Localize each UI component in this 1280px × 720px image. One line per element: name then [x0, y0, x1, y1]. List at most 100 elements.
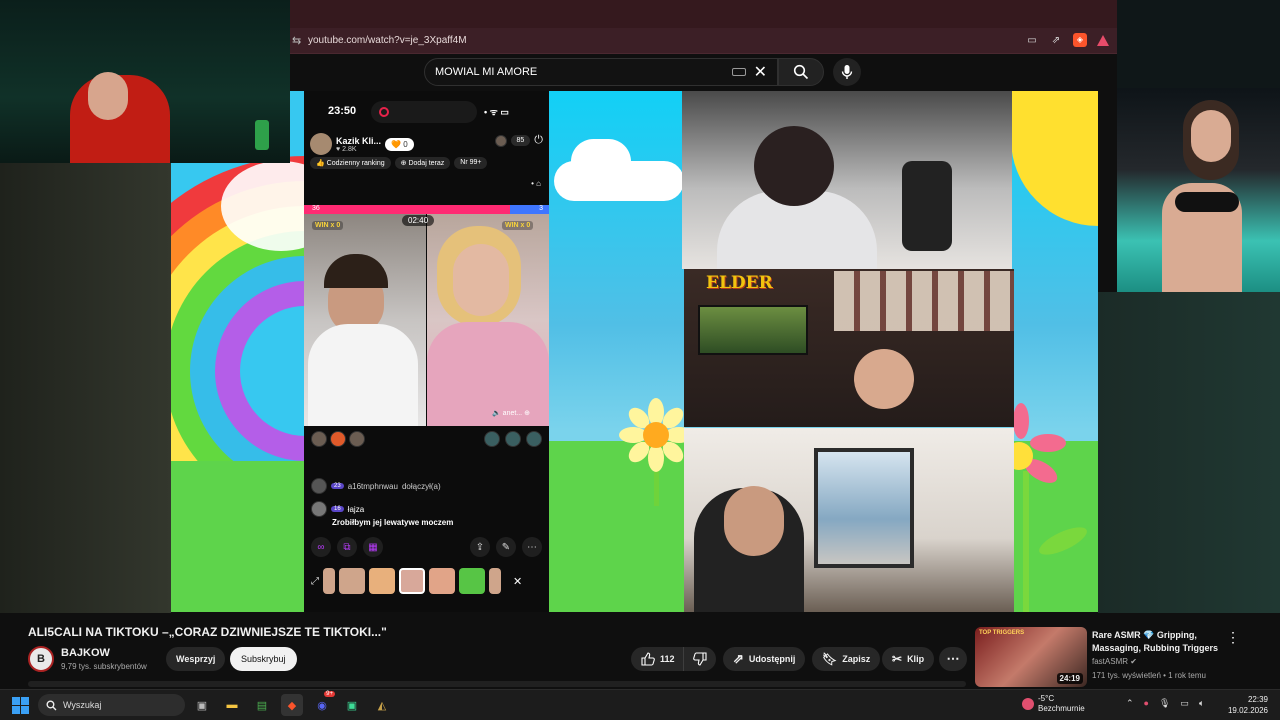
expand-icon[interactable]: ⤢ — [311, 576, 319, 587]
thumbs-up-icon — [641, 652, 655, 666]
bookmark-icon: 🔖︎ — [822, 652, 838, 666]
share-button[interactable]: ⇗ Udostępnij — [723, 647, 806, 671]
verified-icon: ✔ — [1130, 657, 1137, 666]
voice-search-button[interactable] — [833, 58, 861, 86]
share-icon[interactable]: ⇪ — [470, 537, 490, 557]
save-button[interactable]: 🔖︎ Zapisz — [812, 647, 881, 671]
gifter-avatar[interactable] — [330, 431, 346, 447]
level-badge: 23 — [331, 483, 344, 489]
chevron-up-icon[interactable]: ⌃ — [1126, 698, 1134, 709]
channel-name[interactable]: BAJKOW — [61, 647, 110, 659]
description-box[interactable] — [28, 681, 966, 687]
cast-icon[interactable]: ▭ — [1025, 33, 1039, 47]
thumbnail-text: TOP TRIGGERS — [979, 630, 1025, 636]
clock[interactable]: 22:39 19.02.2026 — [1228, 694, 1268, 716]
clear-search-icon[interactable]: ✕ — [754, 62, 767, 82]
search-query[interactable]: MOWIAL MI AMORE — [435, 66, 732, 78]
recommended-thumbnail[interactable]: TOP TRIGGERS 24:19 — [975, 627, 1087, 687]
viewer-count[interactable]: 85 ⏻ — [494, 134, 543, 147]
search-input[interactable]: MOWIAL MI AMORE ✕ — [424, 58, 778, 86]
recommended-channel[interactable]: fastASMR ✔ — [1092, 657, 1137, 666]
weather-widget[interactable]: -5°C Bezchmurnie — [1022, 694, 1085, 714]
follow-button[interactable]: 🧡 0 — [385, 137, 414, 151]
top-gifters-left — [311, 431, 365, 447]
tray-app-icon[interactable]: ● — [1144, 698, 1149, 709]
more-options-icon[interactable]: ⋮ — [1226, 629, 1240, 646]
opponent-name[interactable]: 🔈 anet... ⊕ — [492, 409, 530, 417]
viewer-avatar — [494, 134, 507, 147]
gifter-avatar[interactable] — [526, 431, 542, 447]
taskbar-search[interactable]: Wyszukaj — [38, 694, 185, 716]
effects-icon[interactable]: ⧉ — [337, 537, 357, 557]
brave-rewards-icon[interactable] — [1097, 34, 1109, 46]
gift-item[interactable] — [339, 568, 365, 594]
more-icon[interactable]: ⋯ — [522, 537, 542, 557]
display-icon[interactable]: ▭ — [1180, 698, 1189, 709]
url-text[interactable]: youtube.com/watch?v=je_3Xpaff4M — [308, 35, 467, 46]
task-view-icon[interactable]: ▣ — [191, 694, 213, 716]
daily-ranking-chip[interactable]: 👍 Codzienny ranking — [310, 157, 391, 169]
search-button[interactable] — [778, 58, 824, 86]
gift-item-selected[interactable] — [399, 568, 425, 594]
gifter-avatar[interactable] — [505, 431, 521, 447]
aquarium — [698, 305, 808, 355]
discord-icon[interactable]: ◉ 9+ — [311, 691, 335, 716]
notepad-icon[interactable]: ▤ — [251, 694, 273, 716]
close-icon[interactable]: ✕ — [513, 575, 522, 588]
subscribe-button[interactable]: Subskrybuj — [230, 647, 297, 671]
grid-icon[interactable]: ▦ — [363, 537, 383, 557]
gift-item[interactable] — [323, 568, 335, 594]
gifter-avatar[interactable] — [311, 431, 327, 447]
link-icon[interactable]: ∞ — [311, 537, 331, 557]
brave-shields-icon[interactable]: ◈ — [1073, 33, 1087, 47]
recommended-video[interactable]: TOP TRIGGERS 24:19 Rare ASMR 💎 Gripping,… — [975, 627, 1265, 687]
address-bar[interactable]: ⇆ youtube.com/watch?v=je_3Xpaff4M ▭ ⇗ ◈ — [290, 28, 1117, 54]
microphone-icon — [841, 65, 853, 79]
gifter-avatar[interactable] — [349, 431, 365, 447]
channel-avatar[interactable]: B — [28, 646, 54, 672]
edit-icon[interactable]: ✎ — [496, 537, 516, 557]
dislike-button[interactable] — [683, 647, 716, 671]
support-button[interactable]: Wesprzyj — [166, 647, 226, 671]
keyboard-icon[interactable] — [731, 68, 746, 76]
share-icon[interactable]: ⇗ — [1049, 33, 1063, 47]
clip-button[interactable]: ✂ Klip — [882, 647, 935, 671]
rainbow-graphic — [171, 91, 305, 612]
league-client-icon[interactable]: ◭ — [371, 694, 393, 716]
streamer-cam-top — [682, 91, 1012, 271]
gift-item[interactable] — [459, 568, 485, 594]
avatar[interactable] — [310, 133, 332, 155]
gift-bar: ⤢ ✕ — [311, 568, 542, 594]
like-button[interactable]: 112 — [631, 647, 683, 671]
battle-score-bar: 36 3 — [304, 205, 549, 214]
site-info-icon[interactable]: ⇆ — [292, 34, 306, 47]
search-icon — [793, 64, 809, 80]
taskbar-search-placeholder: Wyszukaj — [63, 700, 102, 710]
microphone-icon[interactable]: 🎙︎ — [1159, 698, 1170, 709]
share-arrow-icon: ⇗ — [733, 651, 744, 666]
host-name: Kazik Kli... — [336, 135, 382, 146]
volume-icon[interactable]: 🔈︎ — [1199, 698, 1204, 709]
gift-item[interactable] — [429, 568, 455, 594]
app-icon[interactable]: ▣ — [341, 694, 363, 716]
background-top-right — [1117, 0, 1280, 88]
video-duration: 24:19 — [1056, 673, 1083, 684]
windows-start-icon[interactable] — [12, 697, 29, 714]
tiktok-host-profile[interactable]: Kazik Kli... ♥ 2.8K 🧡 0 — [310, 131, 414, 157]
add-now-chip[interactable]: ⊕ Dodaj teraz — [394, 157, 451, 169]
background-left — [0, 163, 171, 613]
more-actions-button[interactable]: ⋯ — [939, 647, 967, 671]
share-home-icon[interactable]: • ⌂ — [531, 179, 541, 188]
video-player[interactable]: 23:50 • ᯤ ▭ Kazik Kli... ♥ 2.8K 🧡 0 85 ⏻… — [171, 91, 1098, 612]
gift-item[interactable] — [489, 568, 501, 594]
brave-browser-icon[interactable]: ◆ — [281, 694, 303, 716]
gifter-avatar[interactable] — [484, 431, 500, 447]
recommended-title[interactable]: Rare ASMR 💎 Gripping, Massaging, Rubbing… — [1092, 629, 1232, 655]
power-icon[interactable]: ⏻ — [534, 134, 543, 147]
webcam-overlay-top-left — [0, 0, 290, 163]
rank-chip[interactable]: Nr 99+ — [454, 157, 488, 169]
file-explorer-icon[interactable]: ▬ — [221, 694, 243, 716]
gift-item[interactable] — [369, 568, 395, 594]
weather-icon — [1022, 698, 1034, 710]
like-count: 112 — [660, 654, 675, 664]
